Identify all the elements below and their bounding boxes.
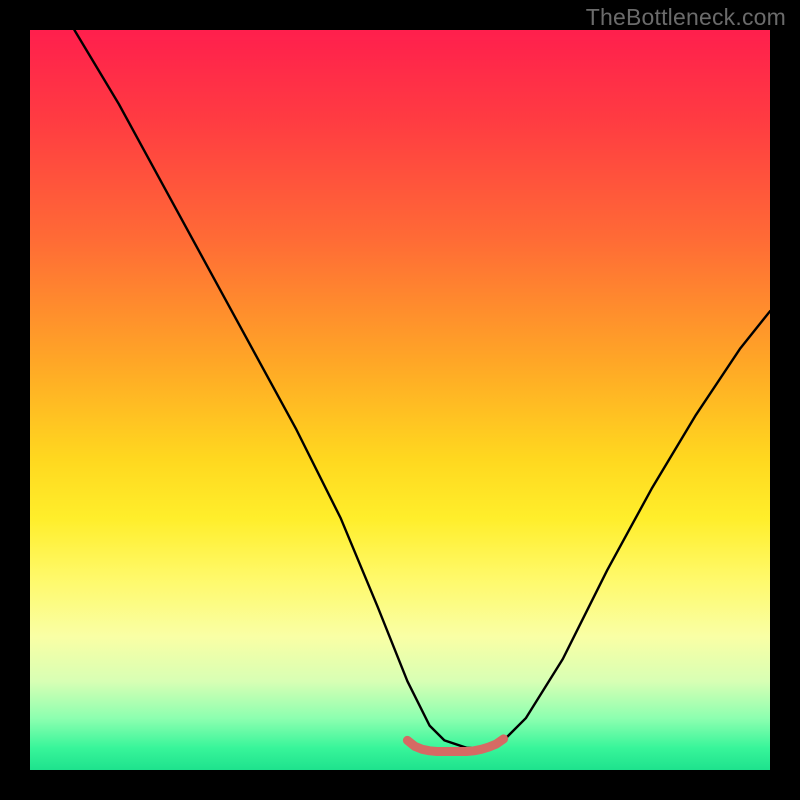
plot-area	[30, 30, 770, 770]
curve-svg	[30, 30, 770, 770]
main-curve	[74, 30, 770, 748]
chart-frame: TheBottleneck.com	[0, 0, 800, 800]
watermark-label: TheBottleneck.com	[586, 4, 786, 31]
